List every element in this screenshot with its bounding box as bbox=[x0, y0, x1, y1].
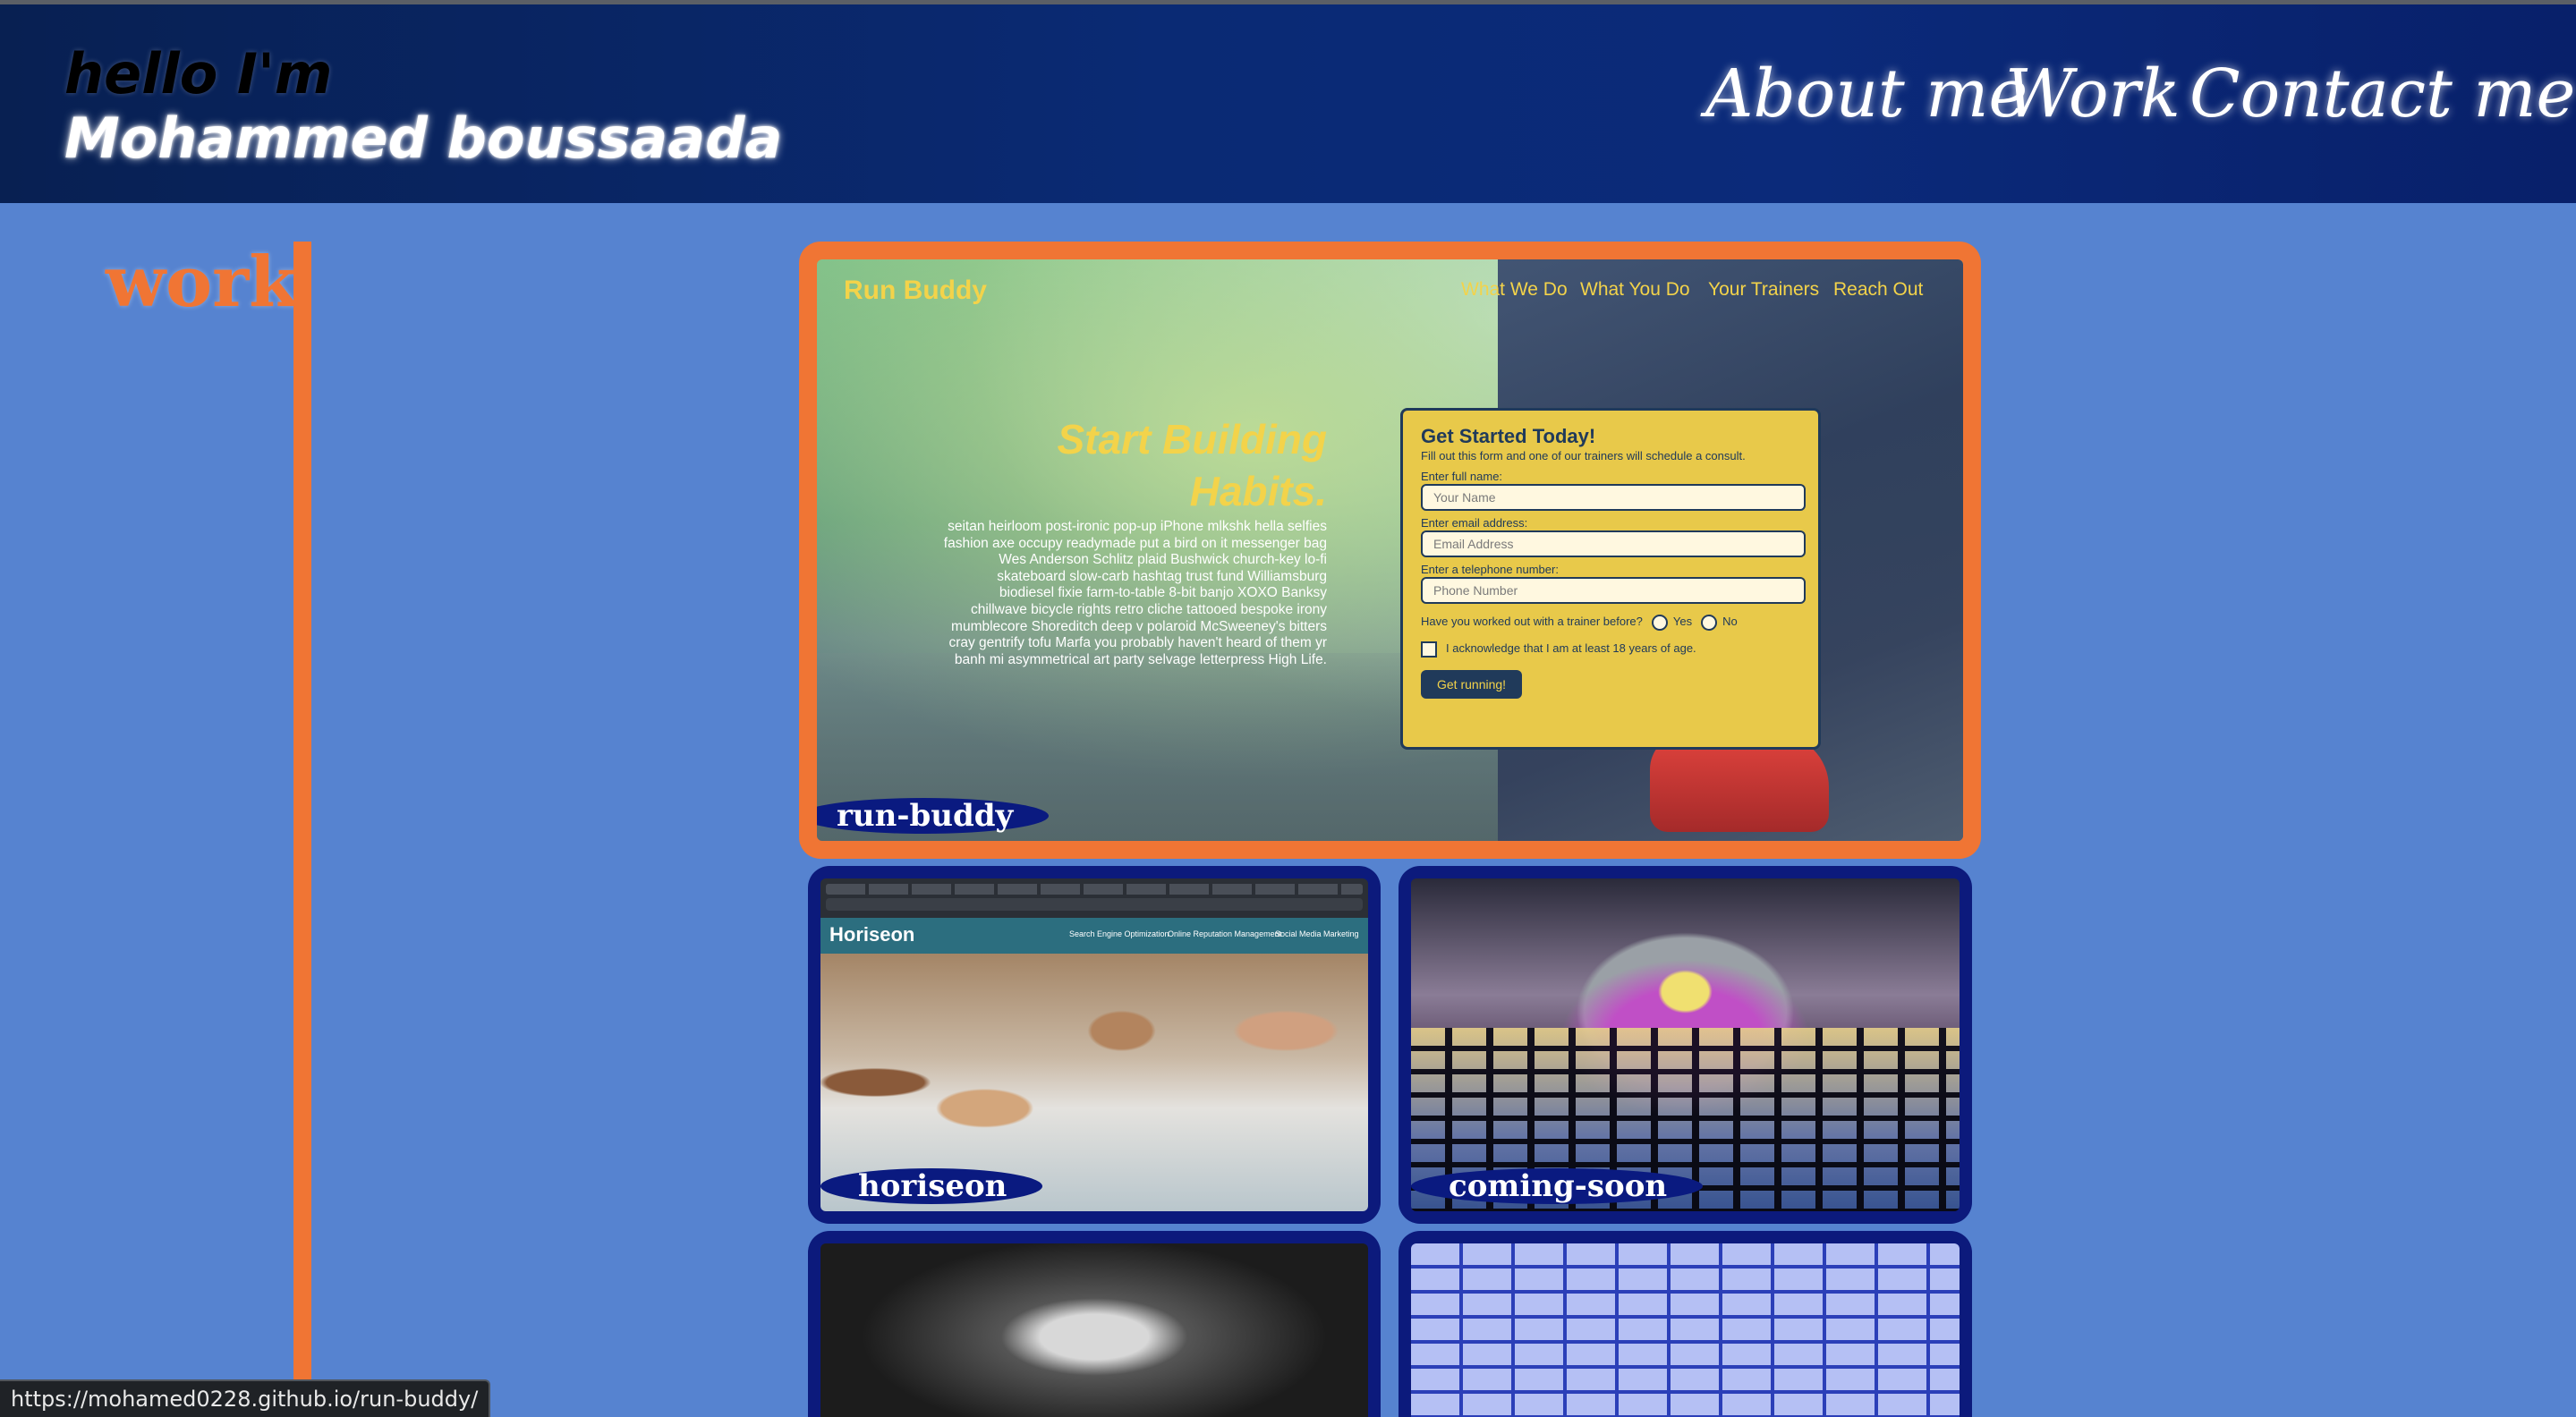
portrait-photo bbox=[820, 1243, 1368, 1417]
nav-link-contact-me[interactable]: Contact me bbox=[2189, 54, 2575, 134]
project-image-bricks bbox=[1411, 1243, 1960, 1417]
horiseon-browser-tabs bbox=[826, 884, 1363, 895]
run-buddy-nav-item: What You Do bbox=[1580, 279, 1690, 300]
brick-wall-image bbox=[1411, 1243, 1960, 1417]
run-buddy-hero-title: Start Building Habits. bbox=[1057, 416, 1327, 514]
project-card-portrait[interactable] bbox=[808, 1231, 1381, 1417]
run-buddy-logo: Run Buddy bbox=[844, 276, 987, 305]
form-submit-button: Get running! bbox=[1421, 670, 1523, 699]
form-name-label: Enter full name: bbox=[1421, 470, 1503, 483]
project-label-coming-soon: coming-soon bbox=[1411, 1168, 1704, 1204]
horiseon-browser-chrome bbox=[820, 878, 1368, 918]
form-phone-label: Enter a telephone number: bbox=[1421, 563, 1559, 576]
form-trainer-question-row: Have you worked out with a trainer befor… bbox=[1421, 613, 1800, 631]
project-card-bricks[interactable] bbox=[1399, 1231, 1972, 1417]
acknowledge-label: I acknowledge that I am at least 18 year… bbox=[1446, 641, 1696, 655]
radio-no bbox=[1701, 614, 1718, 631]
run-buddy-hero-text: seitan heirloom post-ironic pop-up iPhon… bbox=[943, 519, 1327, 667]
horiseon-header: Horiseon Search Engine Optimization Onli… bbox=[820, 918, 1368, 954]
project-card-coming-soon[interactable]: coming-soon bbox=[1399, 866, 1972, 1224]
browser-status-url: https://mohamed0228.github.io/run-buddy/ bbox=[0, 1379, 491, 1417]
site-header: hello I'm Mohammed boussaada About me Wo… bbox=[0, 4, 2576, 203]
project-screenshot-horiseon: Horiseon Search Engine Optimization Onli… bbox=[820, 878, 1368, 1211]
run-buddy-nav-item: Your Trainers bbox=[1708, 279, 1820, 300]
greeting-text: hello I'm bbox=[64, 41, 333, 106]
horiseon-logo: Horiseon bbox=[829, 923, 915, 946]
radio-yes bbox=[1651, 614, 1668, 631]
horiseon-nav-item: Social Media Marketing bbox=[1275, 929, 1359, 938]
site-owner-name: Mohammed boussaada bbox=[64, 106, 783, 171]
project-image-portrait bbox=[820, 1243, 1368, 1417]
acknowledge-checkbox bbox=[1421, 641, 1437, 658]
form-email-label: Enter email address: bbox=[1421, 516, 1528, 530]
horiseon-nav-item: Online Reputation Management bbox=[1168, 929, 1282, 938]
run-buddy-nav-item: What We Do bbox=[1461, 279, 1568, 300]
nav-link-work[interactable]: Work bbox=[2005, 54, 2181, 134]
form-title: Get Started Today! bbox=[1421, 425, 1596, 447]
form-email-field: Email Address bbox=[1421, 530, 1806, 557]
horiseon-nav-item: Search Engine Optimization bbox=[1069, 929, 1169, 938]
section-title-work: work bbox=[106, 242, 298, 323]
radio-yes-label: Yes bbox=[1672, 615, 1693, 628]
form-acknowledge-row: I acknowledge that I am at least 18 year… bbox=[1421, 640, 1800, 658]
project-label-horiseon: horiseon bbox=[820, 1168, 1043, 1204]
horiseon-address-bar bbox=[826, 898, 1363, 911]
run-buddy-nav-item: Reach Out bbox=[1833, 279, 1924, 300]
project-screenshot-run-buddy: Run Buddy What We Do What You Do Your Tr… bbox=[817, 259, 1963, 841]
radio-no-label: No bbox=[1722, 615, 1738, 628]
form-phone-field: Phone Number bbox=[1421, 577, 1806, 604]
project-card-horiseon[interactable]: Horiseon Search Engine Optimization Onli… bbox=[808, 866, 1381, 1224]
form-name-field: Your Name bbox=[1421, 484, 1806, 511]
project-image-coming-soon: coming-soon bbox=[1411, 878, 1960, 1211]
form-trainer-question: Have you worked out with a trainer befor… bbox=[1421, 615, 1643, 628]
nav-link-about-me[interactable]: About me bbox=[1705, 54, 2028, 134]
project-card-run-buddy[interactable]: Run Buddy What We Do What You Do Your Tr… bbox=[799, 242, 1981, 859]
run-buddy-signup-form: Get Started Today! Fill out this form an… bbox=[1400, 408, 1821, 750]
section-divider-bar bbox=[293, 242, 311, 1417]
form-subtitle: Fill out this form and one of our traine… bbox=[1421, 449, 1746, 462]
